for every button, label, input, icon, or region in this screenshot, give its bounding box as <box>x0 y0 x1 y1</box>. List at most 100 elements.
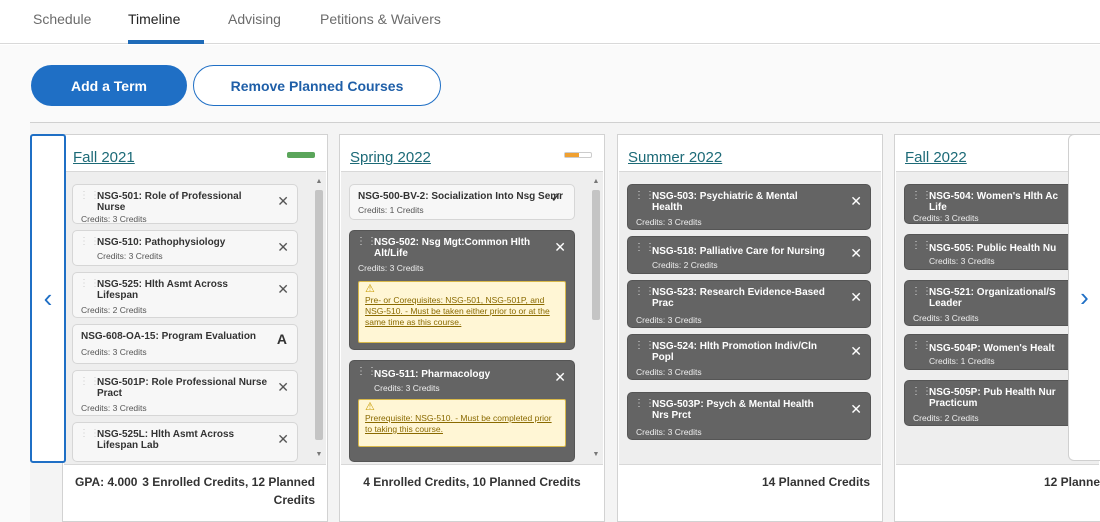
term-title[interactable]: Spring 2022 <box>350 149 431 166</box>
remove-course-icon[interactable]: ✕ <box>277 431 289 448</box>
drag-handle-icon[interactable]: ⋮⋮ <box>79 237 100 253</box>
term-scrollbar[interactable]: ▲ ▼ <box>591 178 601 458</box>
course-card[interactable]: ⋮⋮ NSG-523: Research Evidence-Based Prac … <box>627 280 871 328</box>
scroll-down-icon[interactable]: ▼ <box>591 451 601 458</box>
remove-course-icon[interactable]: ✕ <box>277 193 289 210</box>
course-card[interactable]: ⋮⋮ NSG-501: Role of Professional Nurse Cr… <box>72 184 298 224</box>
course-card[interactable]: ⋮⋮ NSG-524: Hlth Promotion Indiv/Cln Popl… <box>627 334 871 380</box>
course-credits: Credits: 3 Credits <box>636 315 702 325</box>
course-card[interactable]: NSG-608-OA-15: Program Evaluation Credit… <box>72 324 298 364</box>
scroll-thumb[interactable] <box>315 190 323 440</box>
next-terms-button[interactable]: › <box>1068 134 1100 461</box>
course-name: NSG-503: Psychiatric & Mental Health <box>652 191 798 213</box>
term-course-list: NSG-500-BV-2: Socialization Into Nsg Sem… <box>341 171 603 465</box>
remove-course-icon[interactable]: ✕ <box>554 239 566 256</box>
term-column-spring-2022: Spring 2022 NSG-500-BV-2: Socialization … <box>339 134 605 522</box>
course-card[interactable]: ⋮⋮ NSG-503: Psychiatric & Mental Health C… <box>627 184 871 230</box>
gpa-text: GPA: 4.000 <box>75 475 138 489</box>
course-name: NSG-502: Nsg Mgt:Common Hlth Alt/Life <box>374 237 531 259</box>
remove-course-icon[interactable]: ✕ <box>277 379 289 396</box>
active-tab-indicator <box>128 40 204 44</box>
drag-handle-icon[interactable]: ⋮⋮ <box>911 241 932 257</box>
course-credits: Credits: 3 Credits <box>929 256 995 266</box>
warning-link[interactable]: Prerequisite: NSG-510. - Must be complet… <box>365 413 552 434</box>
term-title[interactable]: Summer 2022 <box>628 149 722 166</box>
remove-course-icon[interactable]: ✕ <box>554 369 566 386</box>
term-status-fill <box>565 153 580 157</box>
drag-handle-icon[interactable]: ⋮⋮ <box>634 287 655 303</box>
course-card[interactable]: ⋮⋮ NSG-510: Pathophysiology Credits: 3 C… <box>72 230 298 266</box>
course-name: NSG-524: Hlth Promotion Indiv/Cln Popl <box>652 341 818 363</box>
course-credits: Credits: 3 Credits <box>913 313 979 323</box>
term-title[interactable]: Fall 2021 <box>73 149 135 166</box>
remove-course-icon[interactable]: ✕ <box>850 193 862 210</box>
remove-course-icon[interactable]: ✕ <box>277 239 289 256</box>
course-credits: Credits: 2 Credits <box>652 260 718 270</box>
drag-handle-icon[interactable]: ⋮⋮ <box>911 191 932 207</box>
warning-link[interactable]: Pre- or Corequisites: NSG-501, NSG-501P,… <box>365 295 550 327</box>
drag-handle-icon[interactable]: ⋮⋮ <box>356 237 377 253</box>
course-name: NSG-501P: Role Professional Nurse Pract <box>97 377 268 399</box>
drag-handle-icon[interactable]: ⋮⋮ <box>634 341 655 357</box>
credits-summary: 14 Planned Credits <box>761 475 870 489</box>
course-credits: Credits: 3 Credits <box>636 367 702 377</box>
course-name: NSG-500-BV-2: Socialization Into Nsg Sem… <box>358 191 564 202</box>
drag-handle-icon[interactable]: ⋮⋮ <box>79 191 100 207</box>
remove-course-icon[interactable]: ✕ <box>850 289 862 306</box>
tab-advising[interactable]: Advising <box>228 11 281 27</box>
remove-course-icon[interactable]: ✕ <box>850 401 862 418</box>
drag-handle-icon[interactable]: ⋮⋮ <box>79 429 100 445</box>
course-card[interactable]: ⋮⋮ NSG-511: Pharmacology Credits: 3 Cred… <box>349 360 575 462</box>
drag-handle-icon[interactable]: ⋮⋮ <box>634 399 655 415</box>
drag-handle-icon[interactable]: ⋮⋮ <box>356 367 377 383</box>
term-status-bar <box>287 152 315 158</box>
warning-icon: ⚠ <box>365 283 375 295</box>
course-card[interactable]: ⋮⋮ NSG-502: Nsg Mgt:Common Hlth Alt/Life … <box>349 230 575 350</box>
term-scrollbar[interactable]: ▲ ▼ <box>314 178 324 458</box>
remove-course-icon[interactable]: ✕ <box>850 343 862 360</box>
course-credits: Credits: 1 Credits <box>358 205 424 215</box>
drag-handle-icon[interactable]: ⋮⋮ <box>79 377 100 393</box>
term-title[interactable]: Fall 2022 <box>905 149 967 166</box>
previous-terms-button[interactable]: ‹ <box>30 134 66 463</box>
course-card[interactable]: NSG-500-BV-2: Socialization Into Nsg Sem… <box>349 184 575 220</box>
tab-schedule[interactable]: Schedule <box>33 11 91 27</box>
add-term-button[interactable]: Add a Term <box>31 65 187 106</box>
remove-course-icon[interactable]: ✕ <box>850 245 862 262</box>
term-course-list: ⋮⋮ NSG-503: Psychiatric & Mental Health C… <box>619 171 881 465</box>
course-credits: Credits: 3 Credits <box>81 347 147 357</box>
course-card[interactable]: ⋮⋮ NSG-518: Palliative Care for Nursing … <box>627 236 871 274</box>
drag-handle-icon[interactable]: ⋮⋮ <box>634 191 655 207</box>
course-card[interactable]: ⋮⋮ NSG-525L: Hlth Asmt Across Lifespan La… <box>72 422 298 462</box>
course-card[interactable]: ⋮⋮ NSG-503P: Psych & Mental Health Nrs Pr… <box>627 392 871 440</box>
drag-handle-icon[interactable]: ⋮⋮ <box>911 287 932 303</box>
course-name: NSG-504P: Women's Healt <box>929 343 1055 354</box>
chevron-right-icon: › <box>1080 282 1089 312</box>
course-card[interactable]: ⋮⋮ NSG-525: Hlth Asmt Across Lifespan Cre… <box>72 272 298 318</box>
course-credits: Credits: 3 Credits <box>636 217 702 227</box>
course-name: NSG-525L: Hlth Asmt Across Lifespan Lab <box>97 429 235 451</box>
tab-timeline[interactable]: Timeline <box>128 11 180 27</box>
course-name: NSG-518: Palliative Care for Nursing <box>652 246 825 257</box>
scroll-down-icon[interactable]: ▼ <box>314 451 324 458</box>
chevron-left-icon: ‹ <box>43 283 53 313</box>
remove-course-icon[interactable]: ✕ <box>277 281 289 298</box>
course-credits: Credits: 3 Credits <box>81 403 147 413</box>
scroll-up-icon[interactable]: ▲ <box>591 178 601 185</box>
scroll-up-icon[interactable]: ▲ <box>314 178 324 185</box>
scroll-thumb[interactable] <box>592 190 600 320</box>
course-card[interactable]: ⋮⋮ NSG-501P: Role Professional Nurse Prac… <box>72 370 298 416</box>
drag-handle-icon[interactable]: ⋮⋮ <box>911 387 932 403</box>
drag-handle-icon[interactable]: ⋮⋮ <box>79 279 100 295</box>
term-footer: 14 Planned Credits <box>618 465 882 521</box>
drag-handle-icon[interactable]: ⋮⋮ <box>634 243 655 259</box>
course-name: NSG-608-OA-15: Program Evaluation <box>81 331 257 342</box>
remove-planned-courses-button[interactable]: Remove Planned Courses <box>193 65 441 106</box>
course-credits: Credits: 3 Credits <box>97 251 163 261</box>
course-name: NSG-525: Hlth Asmt Across Lifespan <box>97 279 228 301</box>
course-name: NSG-523: Research Evidence-Based Prac <box>652 287 825 309</box>
course-credits: Credits: 2 Credits <box>913 413 979 423</box>
tab-petitions-waivers[interactable]: Petitions & Waivers <box>320 11 441 27</box>
course-credits: Credits: 3 Credits <box>913 213 979 223</box>
drag-handle-icon[interactable]: ⋮⋮ <box>911 341 932 357</box>
